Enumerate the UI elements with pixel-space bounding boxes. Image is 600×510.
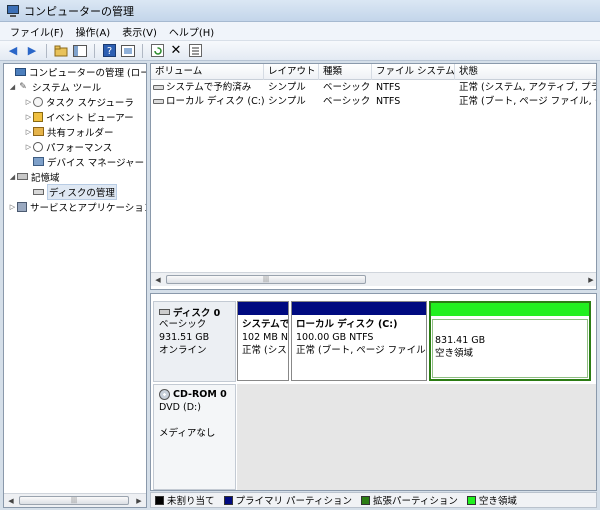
delete-icon[interactable]: ✕ (168, 43, 184, 59)
scroll-right-icon[interactable]: ▶ (132, 494, 146, 507)
free-space-bar (431, 303, 589, 316)
services-icon (17, 201, 27, 212)
tree-item-root[interactable]: コンピューターの管理 (ローカル) (4, 64, 146, 79)
tree-item-performance[interactable]: ▷ パフォーマンス (4, 139, 146, 154)
cd-rom-icon (159, 389, 170, 400)
scroll-left-icon[interactable]: ◀ (151, 273, 165, 286)
expand-arrow-icon[interactable]: ▷ (8, 203, 17, 211)
tree-view: コンピューターの管理 (ローカル) ◢ ✎ システム ツール ▷ タスク スケジ… (4, 64, 146, 214)
partition-free-space[interactable]: 831.41 GB 空き領域 (429, 301, 591, 381)
legend-unallocated: 未割り当て (155, 493, 215, 507)
legend: 未割り当て プライマリ パーティション 拡張パーティション 空き領域 (150, 492, 597, 508)
properties-icon[interactable] (120, 43, 136, 59)
tree-item-system-tools[interactable]: ◢ ✎ システム ツール (4, 79, 146, 94)
primary-partition-bar (238, 302, 288, 315)
tree-item-shared-folders[interactable]: ▷ 共有フォルダー (4, 124, 146, 139)
tree-item-event-viewer[interactable]: ▷ イベント ビューアー (4, 109, 146, 124)
tree-item-storage[interactable]: ◢ 記憶域 (4, 169, 146, 184)
clock-icon (33, 96, 43, 107)
volume-list: ボリューム レイアウト 種類 ファイル システム 状態 システムで予約済み シン… (150, 63, 597, 290)
primary-partition-bar (292, 302, 426, 315)
legend-swatch (155, 495, 164, 505)
column-status[interactable]: 状態 (455, 64, 596, 80)
disk-0-info[interactable]: ディスク 0 ベーシック 931.51 GB オンライン (153, 301, 236, 382)
volume-list-header: ボリューム レイアウト 種類 ファイル システム 状態 (151, 64, 596, 80)
scroll-thumb[interactable]: ||| (166, 275, 366, 284)
volume-icon (153, 99, 164, 104)
volume-icon (153, 85, 164, 90)
expand-arrow-icon[interactable]: ▷ (24, 98, 33, 106)
partition-system-reserved[interactable]: システムで 102 MB NT 正常 (シス (237, 301, 289, 381)
expand-arrow-icon[interactable]: ▷ (24, 113, 33, 121)
collapse-arrow-icon[interactable]: ◢ (8, 173, 17, 181)
export-list-icon[interactable] (187, 43, 203, 59)
expand-arrow-icon[interactable]: ▷ (24, 143, 33, 151)
refresh-icon[interactable] (149, 43, 165, 59)
left-horizontal-scrollbar[interactable]: ◀ ||| ▶ (4, 493, 146, 507)
tools-icon: ✎ (19, 81, 27, 92)
menu-bar: ファイル(F) 操作(A) 表示(V) ヘルプ(H) (0, 22, 600, 41)
tree-item-services[interactable]: ▷ サービスとアプリケーション (4, 199, 146, 214)
device-manager-icon (33, 157, 44, 166)
column-type[interactable]: 種類 (319, 64, 372, 80)
cdrom-media-area[interactable] (237, 384, 596, 490)
table-row[interactable]: ローカル ディスク (C:) シンプル ベーシック NTFS 正常 (ブート, … (151, 95, 596, 109)
shared-folder-icon (33, 127, 44, 136)
up-folder-icon[interactable] (53, 43, 69, 59)
menu-help[interactable]: ヘルプ(H) (163, 24, 220, 39)
collapse-arrow-icon[interactable]: ◢ (8, 83, 17, 91)
computer-management-icon (6, 4, 20, 18)
forward-arrow-icon[interactable]: ▶ (24, 43, 40, 59)
disk-icon (159, 308, 170, 315)
legend-swatch (466, 495, 476, 505)
legend-extended-partition: 拡張パーティション (360, 493, 458, 507)
performance-icon (33, 141, 43, 152)
back-arrow-icon[interactable]: ◀ (5, 43, 21, 59)
toolbar-separator (46, 43, 47, 58)
title-bar: コンピューターの管理 (0, 0, 600, 22)
toolbar: ◀ ▶ ? ✕ (0, 41, 600, 61)
menu-action[interactable]: 操作(A) (70, 24, 117, 39)
table-row[interactable]: システムで予約済み シンプル ベーシック NTFS 正常 (システム, アクティ… (151, 81, 596, 95)
expand-arrow-icon[interactable]: ▷ (24, 128, 33, 136)
console-tree-icon[interactable] (72, 43, 88, 59)
storage-icon (17, 173, 28, 180)
window-title: コンピューターの管理 (24, 4, 134, 18)
console-tree: コンピューターの管理 (ローカル) ◢ ✎ システム ツール ▷ タスク スケジ… (3, 63, 147, 508)
toolbar-separator (142, 43, 143, 58)
column-file-system[interactable]: ファイル システム (372, 64, 455, 80)
event-log-icon (33, 111, 43, 122)
menu-view[interactable]: 表示(V) (116, 24, 163, 39)
computer-icon (15, 67, 26, 76)
tree-item-task-scheduler[interactable]: ▷ タスク スケジューラ (4, 94, 146, 109)
menu-file[interactable]: ファイル(F) (4, 24, 70, 39)
svg-text:?: ? (106, 46, 111, 57)
scroll-thumb[interactable]: ||| (19, 496, 129, 505)
help-icon[interactable]: ? (101, 43, 117, 59)
volume-horizontal-scrollbar[interactable]: ◀ ||| ▶ (151, 272, 596, 286)
legend-swatch (360, 495, 370, 505)
scroll-right-icon[interactable]: ▶ (584, 273, 596, 286)
tree-item-disk-management[interactable]: ディスクの管理 (4, 183, 146, 200)
column-layout[interactable]: レイアウト (264, 64, 319, 80)
disk-icon (33, 188, 44, 195)
partition-local-disk-c[interactable]: ローカル ディスク (C:) 100.00 GB NTFS 正常 (ブート, ペ… (291, 301, 427, 381)
legend-swatch (223, 495, 233, 505)
legend-primary-partition: プライマリ パーティション (223, 493, 352, 507)
tree-item-device-manager[interactable]: デバイス マネージャー (4, 154, 146, 169)
disk-map: ディスク 0 ベーシック 931.51 GB オンライン システムで 102 M… (150, 293, 597, 491)
column-volume[interactable]: ボリューム (151, 64, 264, 80)
cdrom-0-info[interactable]: CD-ROM 0 DVD (D:) メディアなし (153, 384, 236, 490)
scroll-left-icon[interactable]: ◀ (4, 494, 18, 507)
toolbar-separator (94, 43, 95, 58)
legend-free-space: 空き領域 (466, 493, 517, 507)
